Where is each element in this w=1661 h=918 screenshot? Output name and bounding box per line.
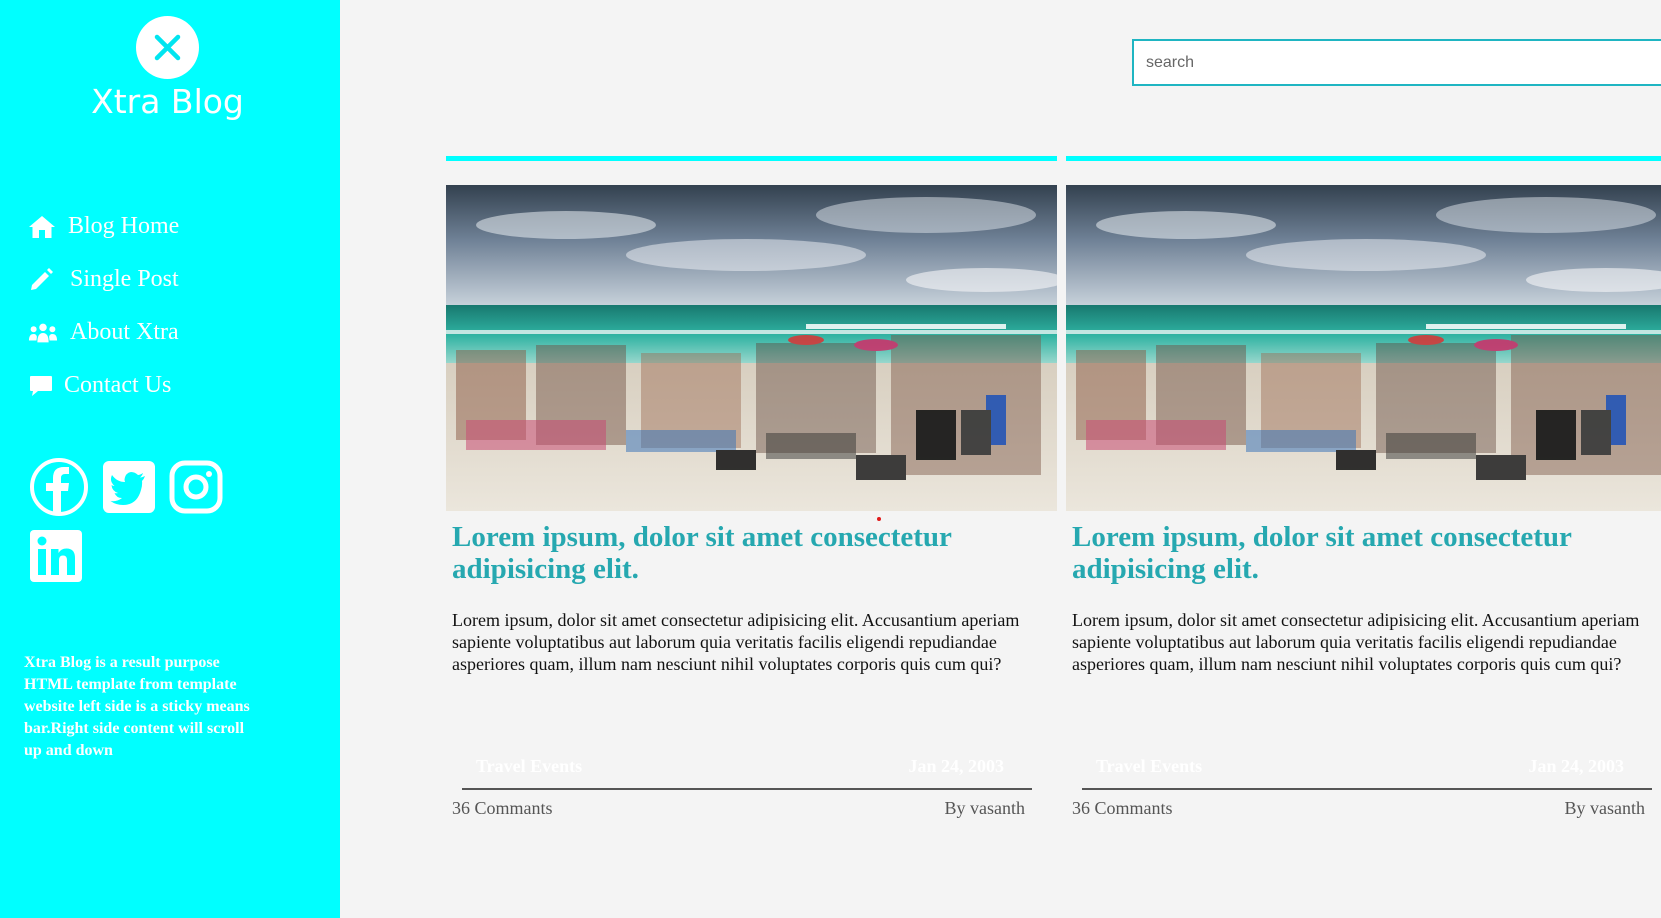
post-date: Jan 24, 2003: [908, 756, 1004, 776]
nav-label: Contact Us: [64, 372, 172, 398]
post-author: By vasanth: [944, 798, 1026, 818]
linkedin-icon[interactable]: [30, 530, 82, 582]
cursor-dot: [877, 517, 881, 521]
brand-title[interactable]: Xtra Blog: [0, 82, 335, 121]
post-divider: [462, 788, 1032, 790]
nav-item-contact[interactable]: Contact Us: [28, 359, 179, 412]
post-image[interactable]: [1066, 185, 1661, 511]
post-category[interactable]: Travel Events: [476, 756, 582, 777]
facebook-icon[interactable]: [30, 458, 88, 516]
nav-label: About Xtra: [70, 319, 179, 345]
post-card: Lorem ipsum, dolor sit amet consectetur …: [446, 156, 1057, 818]
pencil-icon: [28, 267, 58, 293]
post-comments[interactable]: 36 Commants: [1072, 798, 1173, 819]
post-comments[interactable]: 36 Commants: [452, 798, 553, 819]
post-title[interactable]: Lorem ipsum, dolor sit amet consectetur …: [1072, 521, 1661, 585]
sidebar: Xtra Blog Blog Home Single Post About Xt…: [0, 0, 340, 918]
users-icon: [28, 320, 58, 346]
nav-label: Single Post: [70, 266, 179, 292]
search-input[interactable]: [1132, 39, 1661, 86]
instagram-icon[interactable]: [169, 460, 223, 514]
home-icon: [28, 214, 58, 240]
post-accent-bar: [446, 156, 1057, 161]
comment-icon: [28, 373, 54, 399]
nav-label: Blog Home: [68, 213, 180, 239]
post-title[interactable]: Lorem ipsum, dolor sit amet consectetur …: [452, 521, 1051, 585]
post-excerpt: Lorem ipsum, dolor sit amet consectetur …: [1072, 610, 1640, 674]
post-image[interactable]: [446, 185, 1057, 511]
nav-item-about[interactable]: About Xtra: [28, 306, 179, 359]
about-blurb: Xtra Blog is a result purpose HTML templ…: [24, 654, 250, 759]
sidebar-nav: Blog Home Single Post About Xtra Contact…: [28, 200, 179, 412]
post-card: Lorem ipsum, dolor sit amet consectetur …: [1066, 156, 1661, 818]
logo-x-icon[interactable]: [136, 16, 199, 79]
post-date: Jan 24, 2003: [1528, 756, 1624, 776]
post-author: By vasanth: [1564, 798, 1646, 818]
post-category[interactable]: Travel Events: [1096, 756, 1202, 777]
post-excerpt: Lorem ipsum, dolor sit amet consectetur …: [452, 610, 1020, 674]
post-divider: [1082, 788, 1652, 790]
twitter-icon[interactable]: [102, 460, 156, 514]
nav-item-blog-home[interactable]: Blog Home: [28, 200, 179, 253]
post-meta: Travel Events Jan 24, 2003: [1096, 756, 1638, 778]
nav-item-single-post[interactable]: Single Post: [28, 253, 179, 306]
post-accent-bar: [1066, 156, 1661, 161]
post-meta: Travel Events Jan 24, 2003: [476, 756, 1018, 778]
